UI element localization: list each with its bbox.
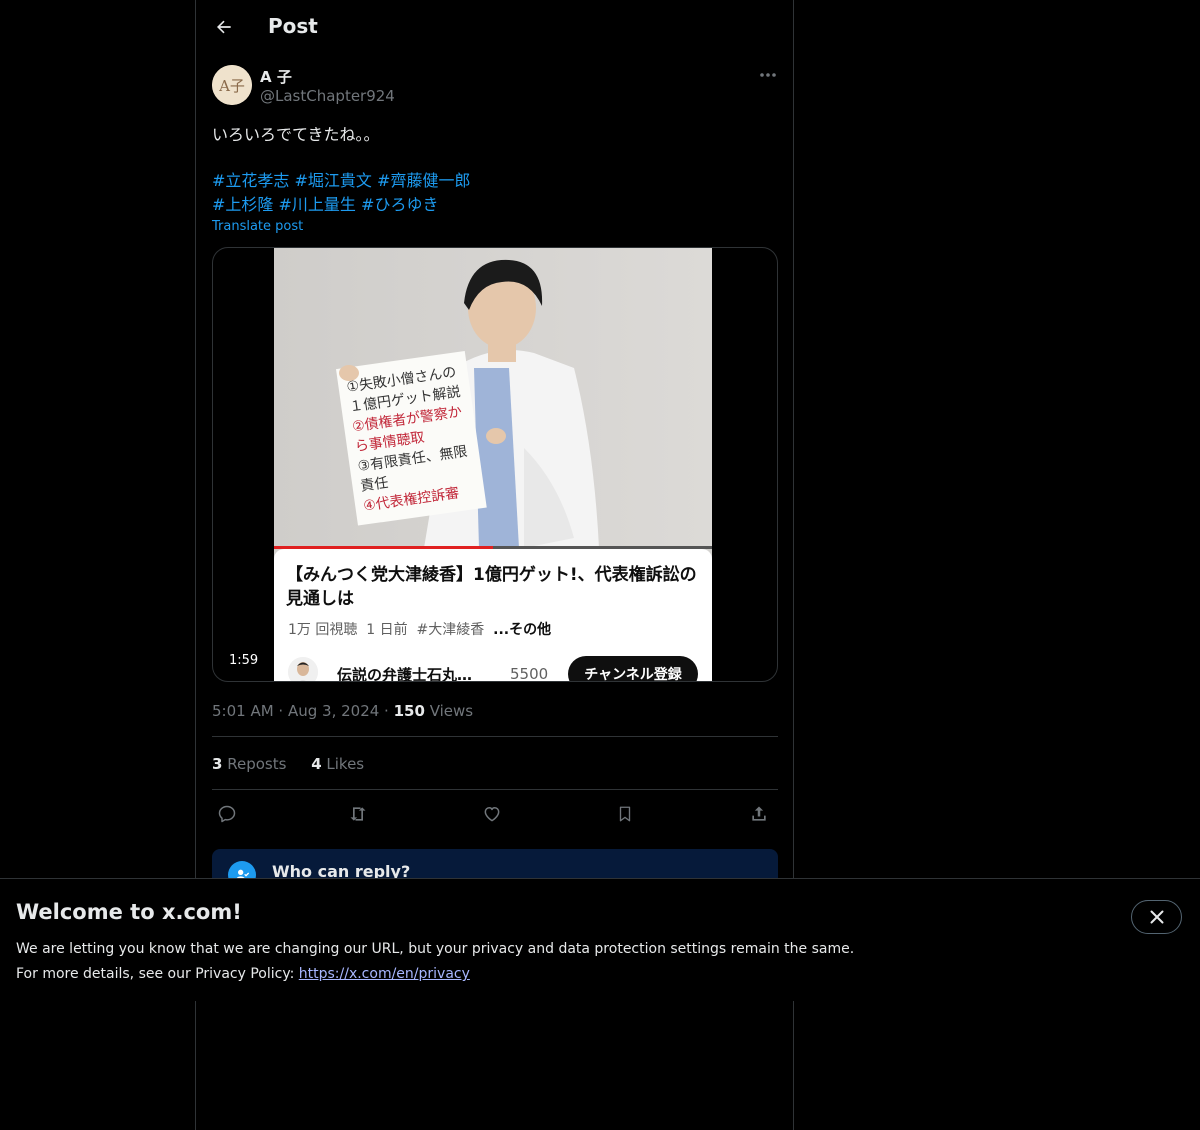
video-thumbnail: ①失敗小僧さんの １億円ゲット解説 ②債権者が警察か ら事情聴取 ③有限責任、無… [274, 248, 712, 548]
post-text: いろいろでてきたね。。 [212, 125, 380, 144]
back-button[interactable] [210, 13, 238, 41]
video-frame[interactable]: ①失敗小僧さんの １億円ゲット解説 ②債権者が警察か ら事情聴取 ③有限責任、無… [274, 248, 712, 682]
channel-avatar [288, 657, 318, 681]
reply-icon [218, 805, 236, 823]
hashtag-link[interactable]: #上杉隆 [212, 195, 273, 214]
avatar-text: A子 [218, 77, 245, 95]
arrow-left-icon [217, 20, 231, 34]
bookmark-icon [619, 806, 631, 822]
likes-stat[interactable]: 4 Likes [311, 755, 364, 773]
privacy-policy-link[interactable]: https://x.com/en/privacy [299, 966, 470, 982]
subscriber-count: 5500 [510, 665, 549, 682]
heart-icon [484, 807, 500, 822]
hashtag-link[interactable]: #堀江貴文 [295, 171, 372, 190]
hashtag-link[interactable]: #齊藤健一郎 [377, 171, 470, 190]
banner-title: Welcome to x.com! [16, 900, 242, 924]
subscribe-button[interactable]: チャンネル登録 [568, 656, 698, 681]
post-date[interactable]: Aug 3, 2024 [288, 702, 379, 720]
page-title: Post [268, 14, 318, 38]
youtube-tag: #大津綾香 [416, 622, 485, 638]
top-bar: Post [196, 0, 793, 54]
banner-line-2-prefix: For more details, see our Privacy Policy… [16, 966, 299, 982]
welcome-banner: Welcome to x.com! We are letting you kno… [0, 878, 1200, 1001]
bookmark-button[interactable] [610, 800, 640, 828]
youtube-more: ...その他 [493, 622, 552, 638]
video-duration: 1:59 [221, 651, 267, 670]
divider [212, 789, 778, 790]
banner-text: We are letting you know that we are chan… [16, 937, 854, 987]
youtube-info-card: 【みんつく党大津綾香】1億円ゲット!、代表権訴訟の見通しは 1万 回視聴 1 日… [274, 549, 712, 682]
video-player[interactable]: ①失敗小僧さんの １億円ゲット解説 ②債権者が警察か ら事情聴取 ③有限責任、無… [212, 247, 778, 682]
hashtags: #立花孝志 #堀江貴文 #齊藤健一郎 #上杉隆 #川上量生 #ひろゆき [212, 169, 772, 217]
display-name[interactable]: A 子 [260, 66, 292, 87]
hashtag-line-2: #上杉隆 #川上量生 #ひろゆき [212, 193, 772, 217]
post-time[interactable]: 5:01 AM [212, 702, 274, 720]
repost-button[interactable] [343, 800, 373, 828]
translate-post-link[interactable]: Translate post [212, 219, 303, 234]
reposts-stat[interactable]: 3 Reposts [212, 755, 286, 773]
likes-label: Likes [326, 755, 365, 773]
views-count: 150 [393, 702, 425, 720]
more-dots-icon [760, 73, 776, 77]
more-options-button[interactable] [756, 64, 780, 86]
reply-button[interactable] [212, 800, 242, 828]
avatar[interactable]: A子 [212, 65, 252, 105]
likes-count: 4 [311, 755, 322, 773]
reposts-label: Reposts [227, 755, 287, 773]
like-button[interactable] [477, 800, 507, 828]
youtube-video-title: 【みんつく党大津綾香】1億円ゲット!、代表権訴訟の見通しは [286, 565, 697, 609]
banner-line-1: We are letting you know that we are chan… [16, 941, 855, 957]
post-stats: 3 Reposts 4 Likes [212, 755, 384, 773]
close-banner-button[interactable] [1131, 900, 1182, 934]
hashtag-link[interactable]: #ひろゆき [361, 195, 438, 214]
divider [212, 736, 778, 737]
youtube-views: 1万 回視聴 [288, 622, 358, 638]
views-label: Views [429, 702, 474, 720]
hashtag-link[interactable]: #川上量生 [279, 195, 356, 214]
close-icon [1150, 910, 1163, 924]
user-handle[interactable]: @LastChapter924 [260, 87, 395, 105]
share-icon [752, 806, 766, 821]
reposts-count: 3 [212, 755, 223, 773]
repost-icon [350, 807, 366, 821]
youtube-meta: 1万 回視聴 1 日前 #大津綾香 ...その他 [288, 619, 551, 639]
channel-name: 伝説の弁護士石丸… [337, 666, 473, 682]
hashtag-link[interactable]: #立花孝志 [212, 171, 289, 190]
share-button[interactable] [744, 800, 774, 828]
action-bar [212, 800, 778, 828]
youtube-age: 1 日前 [366, 622, 408, 638]
post-timestamp: 5:01 AM · Aug 3, 2024 · 150 Views [212, 702, 474, 720]
banner-line-2: For more details, see our Privacy Policy… [16, 962, 854, 987]
hashtag-line-1: #立花孝志 #堀江貴文 #齊藤健一郎 [212, 169, 772, 193]
